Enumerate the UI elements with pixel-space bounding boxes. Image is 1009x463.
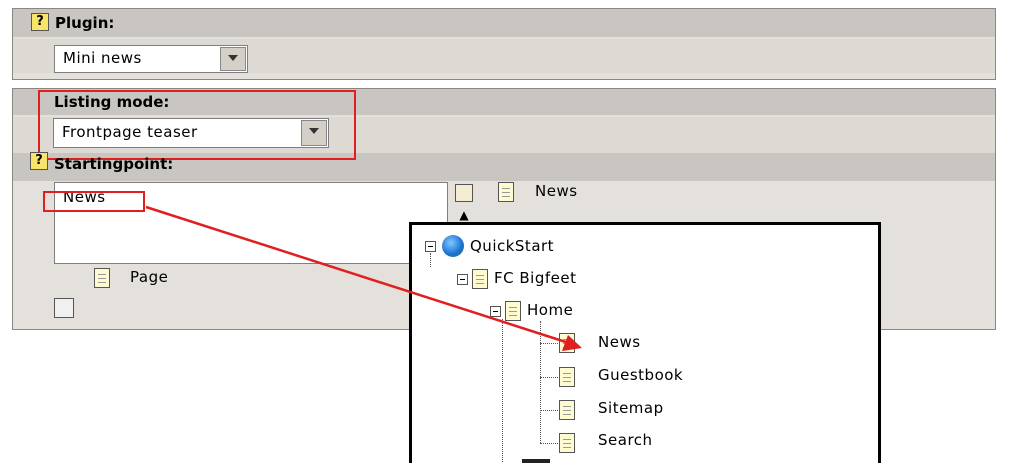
arrow-head xyxy=(562,335,582,351)
drag-arrow xyxy=(145,205,582,351)
arrow-line xyxy=(145,205,573,346)
